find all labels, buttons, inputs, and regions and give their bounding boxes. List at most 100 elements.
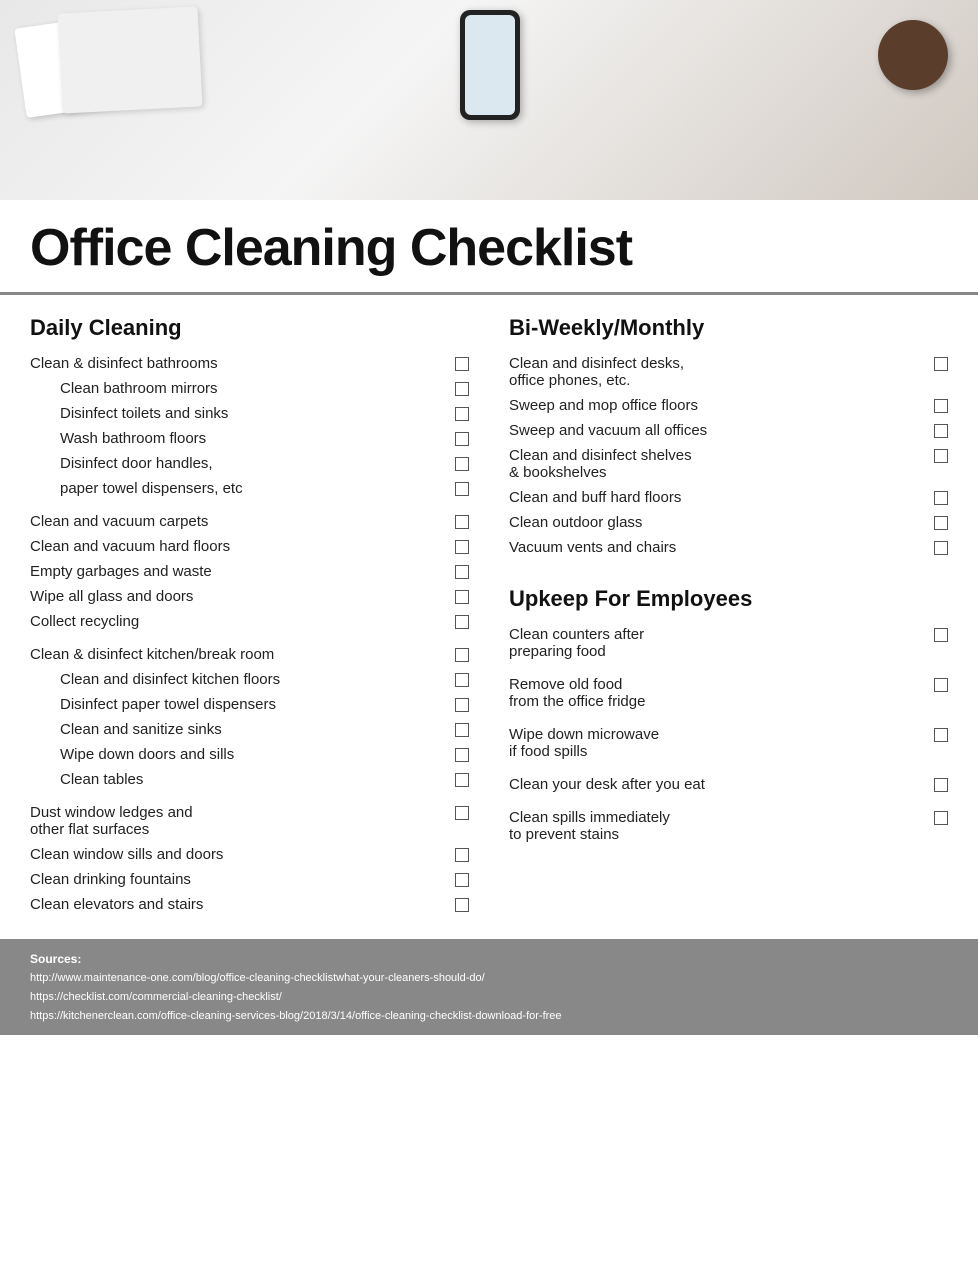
item-text: Disinfect paper towel dispensers (30, 696, 455, 713)
checkbox[interactable] (455, 382, 469, 396)
checkbox[interactable] (455, 673, 469, 687)
item-text: Clean your desk after you eat (509, 776, 934, 793)
title-bar: Office Cleaning Checklist (0, 200, 978, 295)
item-text: Disinfect door handles, (30, 455, 455, 472)
right-column: Bi-Weekly/Monthly Clean and disinfect de… (509, 315, 948, 929)
list-item: Clean window sills and doors (30, 846, 469, 863)
list-item: Clean spills immediatelyto prevent stain… (509, 809, 948, 843)
bathroom-group: Clean & disinfect bathrooms Clean bathro… (30, 355, 469, 497)
checkbox[interactable] (455, 515, 469, 529)
item-text: Clean and vacuum carpets (30, 513, 455, 530)
general-group: Clean and vacuum carpets Clean and vacuu… (30, 513, 469, 630)
checkbox[interactable] (934, 678, 948, 692)
item-text: Remove old foodfrom the office fridge (509, 676, 934, 710)
item-text: Wipe down microwaveif food spills (509, 726, 934, 760)
checkbox[interactable] (455, 806, 469, 820)
item-text: Sweep and mop office floors (509, 397, 934, 414)
list-item: Wipe down microwaveif food spills (509, 726, 948, 760)
list-item: Clean drinking fountains (30, 871, 469, 888)
checkbox[interactable] (455, 357, 469, 371)
item-text: Wash bathroom floors (30, 430, 455, 447)
checkbox[interactable] (934, 399, 948, 413)
checkbox[interactable] (934, 449, 948, 463)
list-item: Clean your desk after you eat (509, 776, 948, 793)
checkbox[interactable] (934, 628, 948, 642)
sources-label: Sources: (30, 949, 948, 969)
checkbox[interactable] (455, 457, 469, 471)
list-item: Remove old foodfrom the office fridge (509, 676, 948, 710)
list-item: Clean & disinfect kitchen/break room (30, 646, 469, 663)
list-item: Clean outdoor glass (509, 514, 948, 531)
checkbox[interactable] (455, 540, 469, 554)
list-item: Wipe down doors and sills (30, 746, 469, 763)
list-item: Clean & disinfect bathrooms (30, 355, 469, 372)
list-item: Vacuum vents and chairs (509, 539, 948, 556)
list-item: Disinfect paper towel dispensers (30, 696, 469, 713)
list-item: Collect recycling (30, 613, 469, 630)
item-text: Wipe down doors and sills (30, 746, 455, 763)
item-text: Clean outdoor glass (509, 514, 934, 531)
checkbox[interactable] (455, 615, 469, 629)
item-text: Clean & disinfect bathrooms (30, 355, 455, 372)
item-text: Collect recycling (30, 613, 455, 630)
item-text: Disinfect toilets and sinks (30, 405, 455, 422)
checkbox[interactable] (934, 357, 948, 371)
source-link-2: https://checklist.com/commercial-cleanin… (30, 988, 948, 1007)
checkbox[interactable] (455, 723, 469, 737)
list-item: Wash bathroom floors (30, 430, 469, 447)
list-item: Sweep and vacuum all offices (509, 422, 948, 439)
list-item: Clean elevators and stairs (30, 896, 469, 913)
list-item: Clean counters afterpreparing food (509, 626, 948, 660)
item-text: Empty garbages and waste (30, 563, 455, 580)
coffee-cup-decoration (878, 20, 948, 90)
checkbox[interactable] (455, 482, 469, 496)
checkbox[interactable] (455, 773, 469, 787)
checkbox[interactable] (934, 516, 948, 530)
item-text: Clean counters afterpreparing food (509, 626, 934, 660)
list-item: Clean and disinfect kitchen floors (30, 671, 469, 688)
item-text: Clean window sills and doors (30, 846, 455, 863)
checkbox[interactable] (934, 811, 948, 825)
list-item: Clean bathroom mirrors (30, 380, 469, 397)
checkbox[interactable] (455, 898, 469, 912)
checkbox[interactable] (934, 541, 948, 555)
checkbox[interactable] (455, 407, 469, 421)
item-text: Clean and vacuum hard floors (30, 538, 455, 555)
checkbox[interactable] (455, 432, 469, 446)
checkbox[interactable] (934, 778, 948, 792)
left-column: Daily Cleaning Clean & disinfect bathroo… (30, 315, 469, 929)
source-link-1: http://www.maintenance-one.com/blog/offi… (30, 969, 948, 988)
phone-decoration (460, 10, 520, 120)
biweekly-group: Clean and disinfect desks,office phones,… (509, 355, 948, 556)
item-text: Clean tables (30, 771, 455, 788)
list-item: Disinfect toilets and sinks (30, 405, 469, 422)
checkbox[interactable] (455, 848, 469, 862)
page-title: Office Cleaning Checklist (30, 218, 948, 278)
list-item: Empty garbages and waste (30, 563, 469, 580)
checkbox[interactable] (455, 565, 469, 579)
checkbox[interactable] (934, 728, 948, 742)
checkbox[interactable] (455, 590, 469, 604)
windows-group: Dust window ledges andother flat surface… (30, 804, 469, 913)
list-item: Sweep and mop office floors (509, 397, 948, 414)
checkbox[interactable] (934, 424, 948, 438)
item-text: Wipe all glass and doors (30, 588, 455, 605)
list-item: Clean and vacuum carpets (30, 513, 469, 530)
list-item: Clean and buff hard floors (509, 489, 948, 506)
checkbox[interactable] (934, 491, 948, 505)
checkbox[interactable] (455, 873, 469, 887)
checkbox[interactable] (455, 648, 469, 662)
item-text: Clean and disinfect desks,office phones,… (509, 355, 934, 389)
item-text: Clean drinking fountains (30, 871, 455, 888)
source-link-3: https://kitchenerclean.com/office-cleani… (30, 1007, 948, 1026)
item-text: Clean elevators and stairs (30, 896, 455, 913)
list-item: Clean tables (30, 771, 469, 788)
item-text: Clean and disinfect kitchen floors (30, 671, 455, 688)
checkbox[interactable] (455, 698, 469, 712)
list-item: Clean and vacuum hard floors (30, 538, 469, 555)
header-image (0, 0, 978, 200)
checkbox[interactable] (455, 748, 469, 762)
item-text: Vacuum vents and chairs (509, 539, 934, 556)
list-item: Wipe all glass and doors (30, 588, 469, 605)
item-text: Dust window ledges andother flat surface… (30, 804, 455, 838)
